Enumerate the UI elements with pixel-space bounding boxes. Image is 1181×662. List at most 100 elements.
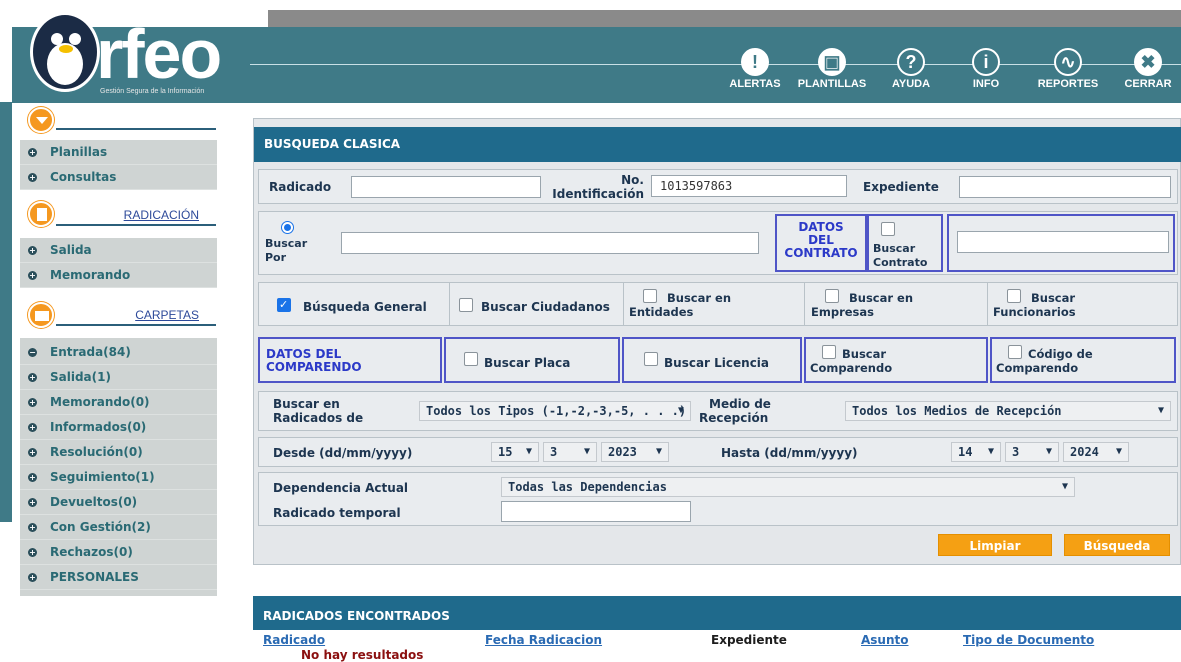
folder-item-rechazos[interactable]: + Rechazos(0)	[20, 540, 217, 565]
radicado-input[interactable]	[351, 176, 541, 198]
nav-label: REPORTES	[1037, 78, 1099, 90]
folder-item-memorando[interactable]: + Memorando(0)	[20, 390, 217, 415]
contrato-input-box	[947, 214, 1175, 272]
no-results-message: No hay resultados	[301, 648, 424, 662]
busqueda-button[interactable]: Búsqueda	[1064, 534, 1170, 556]
nav-label: INFO	[972, 78, 1000, 90]
plus-icon: +	[28, 522, 37, 532]
tipos-select[interactable]: Todos los Tipos (-1,-2,-3,-5, . . .) ▼	[419, 401, 691, 421]
col-expediente: Expediente	[711, 633, 787, 647]
codigo-comparendo-box: Código de Comparendo	[990, 337, 1176, 383]
folder-item-personales[interactable]: + PERSONALES	[20, 565, 217, 590]
folder-item-entrada[interactable]: − Entrada(84)	[20, 340, 217, 365]
search-panel: BUSQUEDA CLASICA Radicado No. Identifica…	[253, 118, 1181, 565]
plus-icon: +	[28, 147, 37, 157]
nav-label: AYUDA	[891, 78, 931, 90]
section-title-carpetas[interactable]: CARPETAS	[135, 308, 199, 322]
minus-icon: −	[28, 347, 37, 357]
radicado-temporal-input[interactable]	[501, 501, 691, 522]
dependencia-select[interactable]: Todas las Dependencias ▼	[501, 477, 1075, 497]
plus-icon: +	[28, 572, 37, 582]
plus-icon: +	[28, 447, 37, 457]
chevron-down-icon: ▼	[655, 446, 662, 457]
sidebar-item-salida[interactable]: + Salida	[20, 238, 217, 263]
col-asunto[interactable]: Asunto	[861, 633, 909, 647]
buscar-por-input[interactable]	[341, 232, 759, 254]
chevron-down-icon: ▼	[987, 446, 994, 457]
chevron-down-icon: ▼	[583, 446, 590, 457]
chevron-down-icon: ▼	[525, 446, 532, 457]
nav-label: CERRAR	[1124, 78, 1172, 90]
folder-item-salida[interactable]: + Salida(1)	[20, 365, 217, 390]
folder-item-informados[interactable]: + Informados(0)	[20, 415, 217, 440]
buscar-placa-checkbox[interactable]	[464, 352, 478, 366]
col-tipo-documento[interactable]: Tipo de Documento	[963, 633, 1094, 647]
buscar-contrato-checkbox[interactable]	[881, 222, 895, 236]
desde-month-select[interactable]: 3 ▼	[543, 442, 597, 462]
plus-icon: +	[28, 397, 37, 407]
nav-alertas[interactable]: ! ALERTAS	[720, 48, 790, 90]
buscar-ciudadanos-checkbox[interactable]	[459, 298, 473, 312]
identificacion-input[interactable]: 1013597863	[651, 175, 847, 197]
buscar-por-radio[interactable]	[281, 221, 294, 234]
buscar-comparendo-box: Buscar Comparendo	[804, 337, 988, 383]
sidebar-group-main: + Planillas + Consultas	[20, 140, 217, 190]
folder-item-resolucion[interactable]: + Resolución(0)	[20, 440, 217, 465]
hasta-day-select[interactable]: 14 ▼	[951, 442, 1001, 462]
folder-icon	[28, 302, 54, 328]
plus-icon: +	[28, 172, 37, 182]
reports-icon: ∿	[1054, 48, 1082, 76]
col-radicado[interactable]: Radicado	[263, 633, 325, 647]
folder-item-seguimiento[interactable]: + Seguimiento(1)	[20, 465, 217, 490]
penguin-icon	[30, 12, 100, 92]
sidebar-item-memorando[interactable]: + Memorando	[20, 263, 217, 288]
nav-label: ALERTAS	[729, 78, 781, 90]
datos-contrato-box: DATOS DEL CONTRATO	[775, 214, 867, 272]
col-fecha-radicacion[interactable]: Fecha Radicacion	[485, 633, 602, 647]
folder-item-con-gestion[interactable]: + Con Gestión(2)	[20, 515, 217, 540]
section-title-radicacion[interactable]: RADICACIÓN	[124, 208, 199, 222]
limpiar-button[interactable]: Limpiar	[938, 534, 1052, 556]
sidebar-group-radicacion: + Salida + Memorando	[20, 238, 217, 288]
row-fechas: Desde (dd/mm/yyyy) 15 ▼ 3 ▼ 2023 ▼ Hasta (d…	[258, 437, 1178, 467]
hasta-year-select[interactable]: 2024 ▼	[1063, 442, 1129, 462]
row-tipo-busqueda: Búsqueda General Buscar Ciudadanos Busca…	[258, 282, 1178, 326]
folder-item-devueltos[interactable]: + Devueltos(0)	[20, 490, 217, 515]
desde-year-select[interactable]: 2023 ▼	[601, 442, 669, 462]
nav-info[interactable]: i INFO	[956, 48, 1016, 90]
buscar-licencia-checkbox[interactable]	[644, 352, 658, 366]
results-title: RADICADOS ENCONTRADOS	[253, 596, 1181, 630]
top-gray-bar	[268, 10, 1181, 27]
sidebar-item-planillas[interactable]: + Planillas	[20, 140, 217, 165]
chevron-down-icon: ▼	[1157, 405, 1164, 416]
nav-reportes[interactable]: ∿ REPORTES	[1028, 48, 1108, 90]
medio-recepcion-select[interactable]: Todos los Medios de Recepción ▼	[845, 401, 1171, 421]
nav-plantillas[interactable]: ▣ PLANTILLAS	[790, 48, 874, 90]
document-icon	[28, 201, 54, 227]
chevron-down-icon: ▼	[677, 405, 684, 416]
logo-tagline: Gestión Segura de la Información	[100, 88, 205, 95]
nav-ayuda[interactable]: ? AYUDA	[876, 48, 946, 90]
plus-icon: +	[28, 472, 37, 482]
chevron-down-icon: ▼	[1115, 446, 1122, 457]
nav-cerrar[interactable]: ✖ CERRAR	[1116, 48, 1180, 90]
logo-text: rfeo	[96, 15, 222, 93]
nav-label: PLANTILLAS	[797, 78, 867, 90]
templates-icon: ▣	[818, 48, 846, 76]
desde-day-select[interactable]: 15 ▼	[491, 442, 539, 462]
orfeo-logo: rfeo Gestión Segura de la Información	[30, 12, 250, 102]
plus-icon: +	[28, 547, 37, 557]
row-radicado: Radicado No. Identificación 1013597863 E…	[258, 169, 1178, 204]
results-panel: RADICADOS ENCONTRADOS Radicado Fecha Rad…	[253, 592, 1181, 662]
plus-icon: +	[28, 245, 37, 255]
expediente-input[interactable]	[959, 176, 1171, 198]
sidebar-item-consultas[interactable]: + Consultas	[20, 165, 217, 190]
left-accent-strip	[0, 102, 12, 522]
row-dependencia: Dependencia Actual Todas las Dependencia…	[258, 472, 1178, 526]
close-icon: ✖	[1134, 48, 1162, 76]
contrato-input[interactable]	[957, 231, 1169, 253]
panel-title: BUSQUEDA CLASICA	[254, 127, 1181, 162]
chevron-down-icon[interactable]	[28, 107, 54, 133]
hasta-month-select[interactable]: 3 ▼	[1005, 442, 1059, 462]
busqueda-general-checkbox[interactable]	[277, 298, 291, 312]
